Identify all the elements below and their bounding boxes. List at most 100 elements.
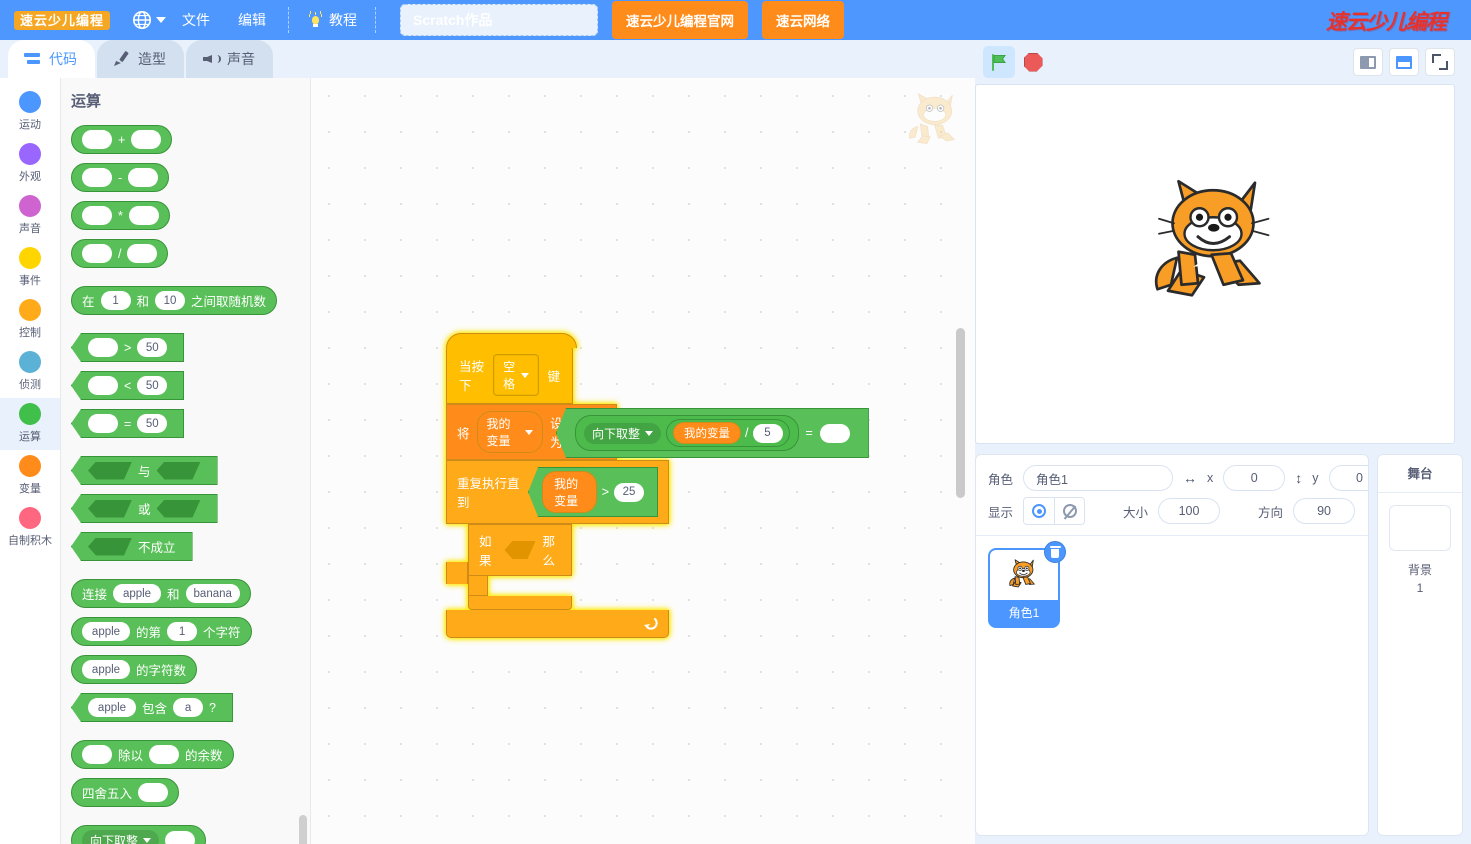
operand-left[interactable]	[82, 206, 112, 225]
block-when-key-pressed[interactable]: 当按下 空格 键	[446, 333, 577, 404]
category-operators[interactable]: 运算	[0, 398, 60, 450]
tab-code[interactable]: 代码	[8, 40, 95, 78]
stage-pane[interactable]: 舞台 背景 1	[1377, 454, 1463, 836]
sprite-card-1[interactable]: 角色1	[988, 541, 1066, 628]
block-palette[interactable]: 运算 + - * / 在 1 和 10 之间取随机数 > 50 < 50 = 5…	[61, 78, 311, 844]
block-if-then[interactable]: 如果 那么	[468, 524, 572, 576]
join-input-a[interactable]: apple	[113, 584, 162, 603]
variable-dropdown[interactable]: 我的变量	[476, 411, 544, 453]
boolean-slot-left[interactable]	[88, 462, 132, 480]
large-stage-button[interactable]	[1389, 48, 1419, 76]
operand-right[interactable]: 50	[137, 376, 168, 395]
operand-right[interactable]	[127, 244, 158, 263]
operand-left[interactable]	[82, 745, 112, 764]
operand-right[interactable]: 50	[137, 414, 168, 433]
letter-string-input[interactable]: apple	[82, 622, 130, 641]
block-length-of[interactable]: apple 的字符数	[71, 655, 198, 684]
canvas-vertical-scrollbar[interactable]	[956, 328, 965, 498]
tab-sounds[interactable]: 声音	[186, 40, 273, 78]
block-operator-divide[interactable]: /	[71, 239, 169, 268]
boolean-slot-right[interactable]	[157, 462, 201, 480]
operand-left[interactable]	[88, 414, 118, 433]
block-greater-than-condition[interactable]: 我的变量 > 25	[528, 467, 658, 517]
operand-left[interactable]	[88, 376, 118, 395]
operand-right[interactable]	[128, 168, 159, 187]
operand-right[interactable]	[131, 130, 162, 149]
block-equals-loose[interactable]: 向下取整 我的变量 / 5 =	[556, 408, 869, 458]
app-logo[interactable]: 速云少儿编程	[14, 10, 111, 30]
official-site-button[interactable]: 速云少儿编程官网	[612, 1, 749, 39]
variable-reporter[interactable]: 我的变量	[542, 471, 597, 513]
block-or[interactable]: 或	[71, 494, 218, 523]
category-looks[interactable]: 外观	[0, 138, 60, 190]
category-sound[interactable]: 声音	[0, 190, 60, 242]
block-and[interactable]: 与	[71, 456, 218, 485]
green-flag-button[interactable]	[983, 46, 1015, 78]
small-stage-button[interactable]	[1353, 48, 1383, 76]
backdrop-thumbnail[interactable]	[1389, 505, 1451, 551]
palette-scrollbar[interactable]	[299, 815, 307, 844]
sprite-direction-input[interactable]	[1293, 498, 1356, 524]
category-events[interactable]: 事件	[0, 242, 60, 294]
divisor-input[interactable]: 5	[752, 423, 783, 443]
sprite-y-input[interactable]	[1328, 465, 1368, 491]
stop-button[interactable]	[1017, 46, 1049, 78]
category-motion[interactable]: 运动	[0, 86, 60, 138]
block-operator-multiply[interactable]: *	[71, 201, 170, 230]
category-variables[interactable]: 变量	[0, 450, 60, 502]
menu-item-edit[interactable]: 编辑	[226, 4, 278, 36]
contains-string-input[interactable]: apple	[88, 698, 136, 717]
block-operator-add[interactable]: +	[71, 125, 173, 154]
category-my-blocks[interactable]: 自制积木	[0, 502, 60, 554]
length-string-input[interactable]: apple	[82, 660, 130, 679]
contains-sub-input[interactable]: a	[173, 698, 204, 717]
operand-left[interactable]	[88, 338, 118, 357]
block-equals[interactable]: = 50	[71, 409, 185, 438]
boolean-slot-left[interactable]	[88, 500, 132, 518]
mathop-dropdown-loose[interactable]: 向下取整	[584, 422, 662, 444]
sprite-name-input[interactable]	[1023, 465, 1174, 491]
tab-costumes[interactable]: 造型	[97, 40, 184, 78]
mathop-input[interactable]	[165, 831, 196, 844]
key-dropdown[interactable]: 空格	[493, 354, 540, 396]
block-letter-of[interactable]: apple 的第 1 个字符	[71, 617, 252, 646]
block-math-op-loose[interactable]: 向下取整 我的变量 / 5	[575, 415, 799, 451]
category-control[interactable]: 控制	[0, 294, 60, 346]
menu-item-file[interactable]: 文件	[170, 4, 222, 36]
project-name-input[interactable]	[400, 4, 599, 36]
variable-reporter-loose[interactable]: 我的变量	[673, 422, 742, 444]
block-repeat-until[interactable]: 重复执行直到 我的变量 > 25	[446, 460, 669, 524]
operand-right[interactable]	[128, 206, 159, 225]
block-not[interactable]: 不成立	[71, 532, 193, 561]
round-input[interactable]	[138, 783, 169, 802]
random-from-input[interactable]: 1	[100, 291, 131, 310]
block-divide-loose[interactable]: 我的变量 / 5	[666, 419, 790, 447]
block-greater-than[interactable]: > 50	[71, 333, 185, 362]
block-modulo[interactable]: 除以 的余数	[71, 740, 234, 769]
fullscreen-button[interactable]	[1425, 48, 1455, 76]
boolean-slot[interactable]	[88, 538, 132, 556]
operand-right[interactable]	[149, 745, 180, 764]
join-input-b[interactable]: banana	[185, 584, 240, 603]
block-round[interactable]: 四舍五入	[71, 778, 180, 807]
menu-item-tutorial[interactable]: 教程	[299, 5, 365, 35]
hide-sprite-button[interactable]	[1054, 498, 1085, 524]
block-contains[interactable]: apple 包含 a ?	[71, 693, 233, 722]
if-boolean-slot[interactable]	[504, 541, 535, 559]
block-math-op[interactable]: 向下取整	[71, 825, 207, 844]
operand-right[interactable]: 50	[137, 338, 168, 357]
block-pick-random[interactable]: 在 1 和 10 之间取随机数	[71, 286, 278, 315]
block-operator-subtract[interactable]: -	[71, 163, 170, 192]
code-canvas[interactable]: 当按下 空格 键 将 我的变量 设为 重复执行直到 我的变量 > 25 如果 那…	[311, 78, 975, 844]
condition-value-input[interactable]: 25	[614, 482, 644, 502]
network-site-button[interactable]: 速云网络	[762, 1, 845, 39]
show-sprite-button[interactable]	[1024, 498, 1055, 524]
loose-block-group[interactable]: 向下取整 我的变量 / 5 =	[556, 408, 869, 458]
scratch-cat-sprite[interactable]	[1141, 170, 1291, 320]
block-less-than[interactable]: < 50	[71, 371, 185, 400]
operand-left[interactable]	[82, 168, 112, 187]
operand-left[interactable]	[82, 244, 112, 263]
mathop-dropdown[interactable]: 向下取整	[82, 830, 160, 844]
random-to-input[interactable]: 10	[155, 291, 186, 310]
block-join[interactable]: 连接 apple 和 banana	[71, 579, 251, 608]
